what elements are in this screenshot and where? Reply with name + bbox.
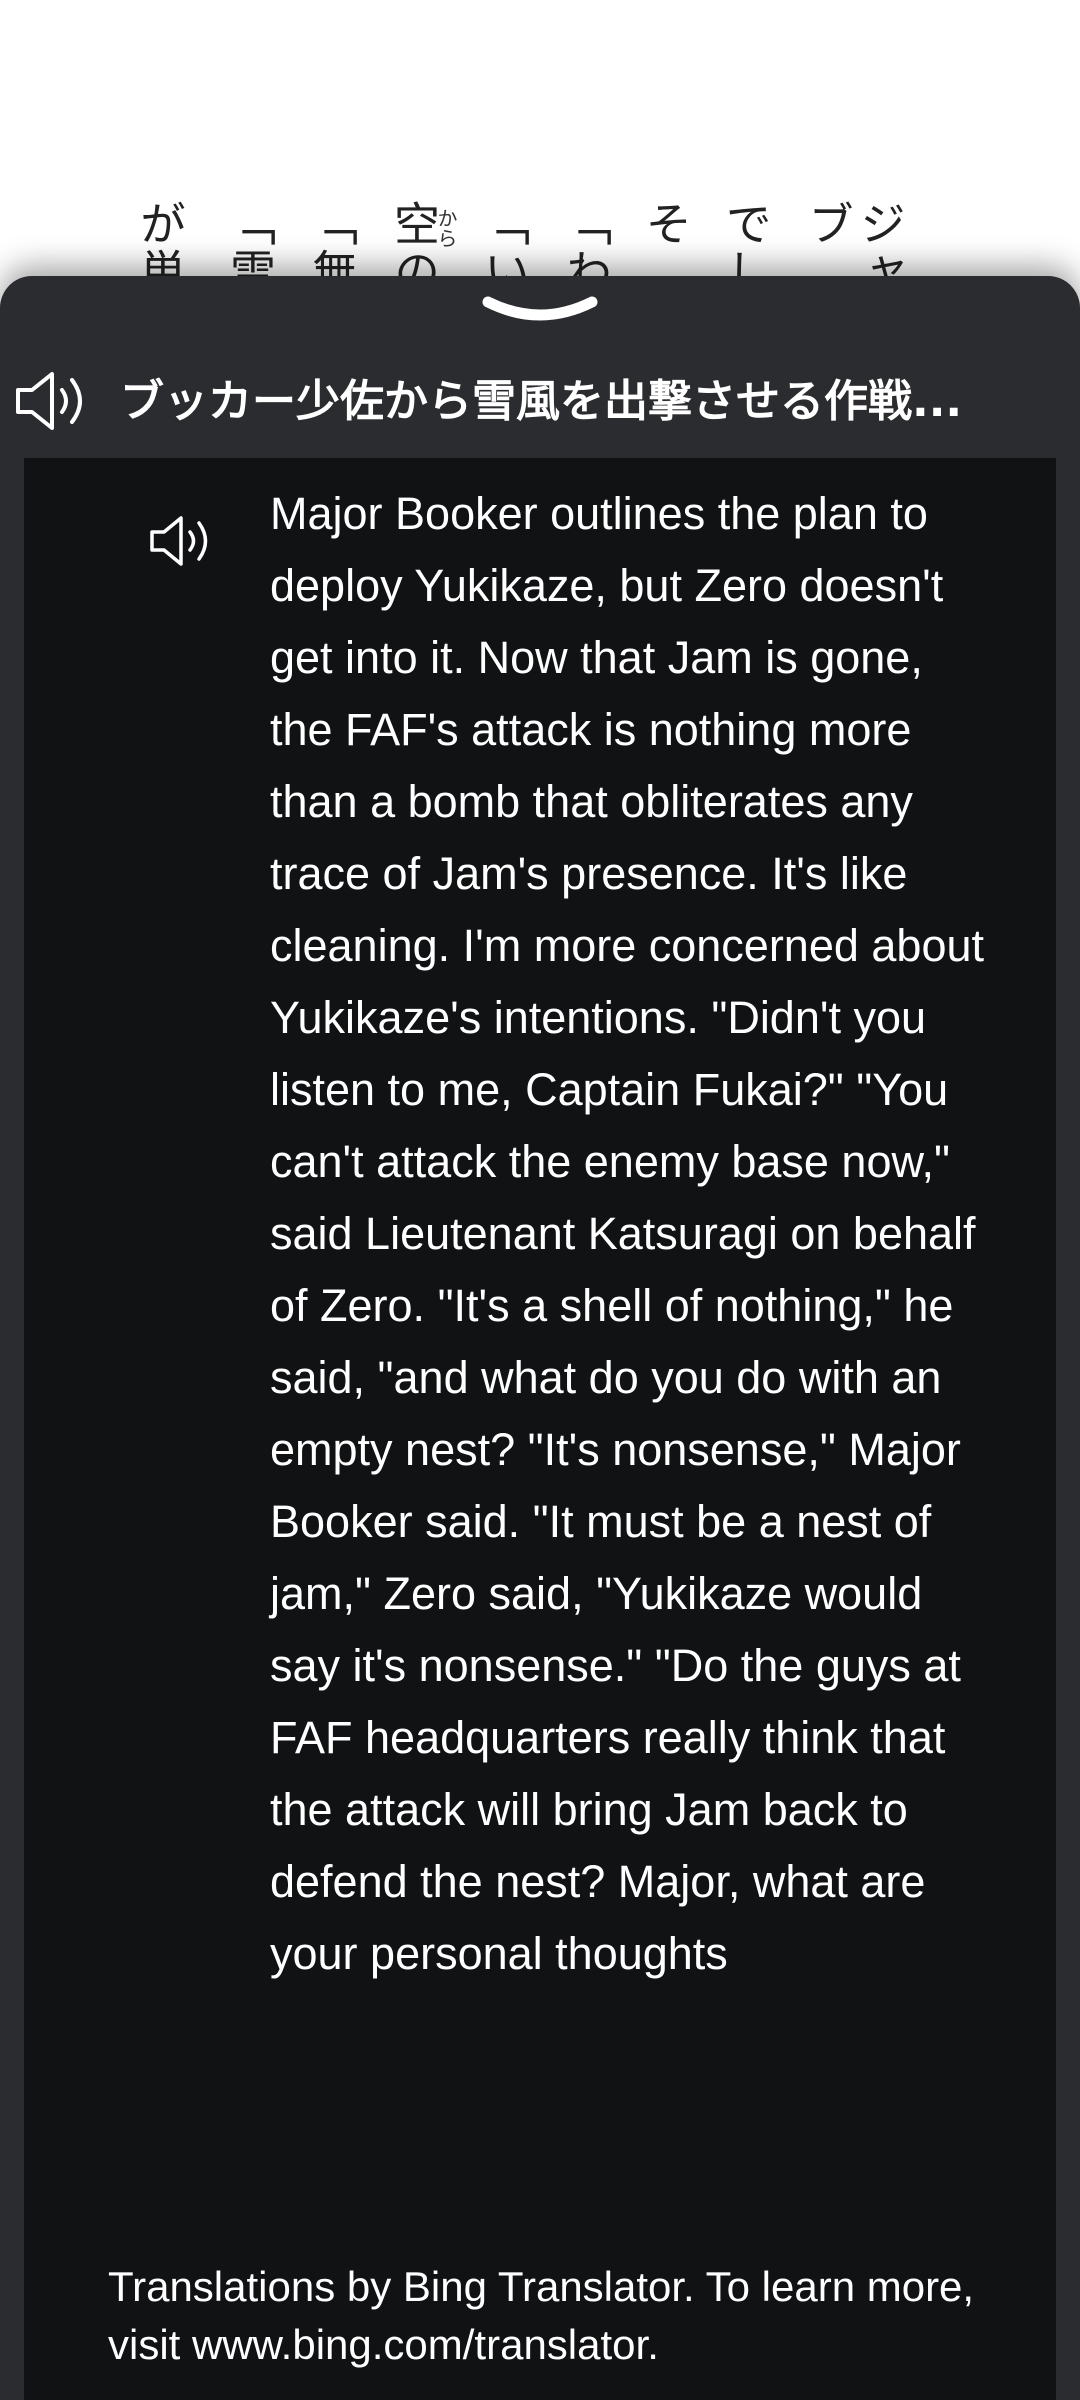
sheet-header: ブッカー少佐から雪風を出撃させる作戦... [0, 346, 1080, 456]
translation-screen: ジャブ でし そ 「わ 「い 空の から 「無 「雪 が単 ブッカー少佐から雪風… [0, 0, 1080, 2400]
translator-attribution: Translations by Bing Translator. To lear… [108, 2263, 975, 2368]
speaker-icon[interactable] [14, 368, 90, 434]
translation-panel: Major Booker outlines the plan to deploy… [24, 458, 1056, 2400]
book-ruby-text: から [434, 208, 458, 248]
translation-bottom-sheet: ブッカー少佐から雪風を出撃させる作戦... Major Booker outli… [0, 276, 1080, 2400]
chevron-down-icon[interactable] [480, 294, 600, 324]
speaker-icon[interactable] [148, 512, 214, 570]
book-page-background: ジャブ でし そ 「わ 「い 空の から 「無 「雪 が単 [0, 0, 1080, 300]
translation-text: Major Booker outlines the plan to deploy… [270, 488, 985, 1979]
book-text-column: そ [639, 200, 693, 248]
sheet-title: ブッカー少佐から雪風を出撃させる作戦... [120, 376, 963, 427]
